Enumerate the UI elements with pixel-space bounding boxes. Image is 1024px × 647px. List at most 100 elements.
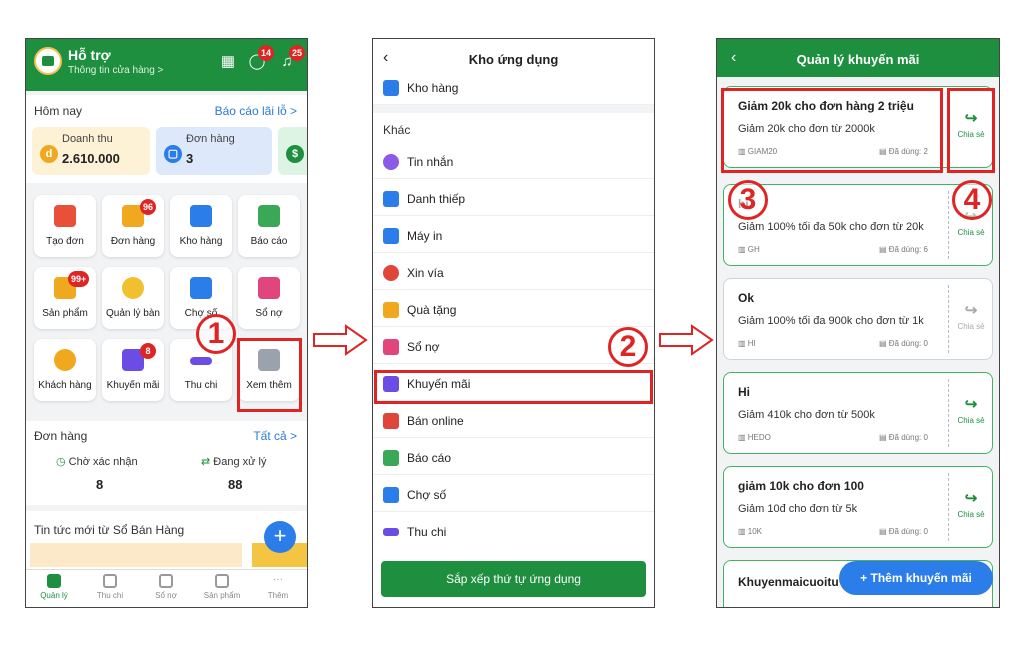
coupon-card[interactable]: Ok Giảm 100% tối đa 900k cho đơn từ 1k ▥…: [723, 278, 993, 360]
nav-label: Sổ nợ: [155, 591, 177, 600]
share-icon: ↪: [964, 490, 978, 507]
tile-customers[interactable]: Khách hàng: [34, 339, 96, 401]
profit-card[interactable]: $: [278, 127, 307, 175]
tile-reports[interactable]: Báo cáo: [238, 195, 300, 257]
arrow-right-icon: [313, 324, 368, 356]
tile-label: Khuyến mãi: [106, 380, 160, 391]
revenue-label: Doanh thu: [62, 133, 113, 145]
nav-label: Thu chi: [96, 591, 124, 600]
store-title[interactable]: Hỗ trợ: [68, 47, 111, 63]
step4-highlight: [947, 88, 995, 173]
share-button[interactable]: ↪ Chia sẻ: [950, 301, 992, 331]
app-item-income-expense[interactable]: Thu chi: [373, 515, 654, 549]
tile-label: Sản phẩm: [42, 308, 88, 319]
tile-label: Kho hàng: [179, 236, 223, 247]
app-item-reports[interactable]: Báo cáo: [373, 441, 654, 475]
revenue-card[interactable]: d Doanh thu 2.610.000: [32, 127, 150, 175]
coupon-used-text: Đã dùng: 0: [888, 527, 928, 536]
bell-badge: 25: [289, 45, 306, 61]
nav-products[interactable]: Sản phẩm: [194, 574, 250, 600]
app-item-label: Máy in: [407, 229, 443, 243]
pending-label[interactable]: ◷ Chờ xác nhận: [56, 455, 138, 468]
coupon-code: ▥ GH: [738, 245, 760, 254]
id-card-icon: [383, 191, 399, 207]
tile-debt-book[interactable]: Sổ nợ: [238, 267, 300, 329]
add-fab-button[interactable]: +: [264, 521, 296, 553]
share-button[interactable]: ↪ Chia sẻ: [950, 489, 992, 519]
book-icon: [159, 574, 173, 588]
step3-highlight: [721, 88, 943, 173]
processing-label-text: Đang xử lý: [213, 456, 267, 468]
tile-table-management[interactable]: Quản lý bàn: [102, 267, 164, 329]
app-item-warehouse[interactable]: Kho hàng: [373, 71, 654, 105]
share-icon: ↪: [964, 302, 978, 319]
app-item-luck[interactable]: Xin vía: [373, 256, 654, 290]
nav-management[interactable]: Quản lý: [26, 574, 82, 600]
app-item-printer[interactable]: Máy in: [373, 219, 654, 253]
coupon-desc: Giảm 410k cho đơn từ 500k: [738, 409, 875, 421]
coupon-used-text: Đã dùng: 0: [888, 339, 928, 348]
tile-warehouse[interactable]: Kho hàng: [170, 195, 232, 257]
nav-income-expense[interactable]: Thu chi: [82, 574, 138, 600]
share-button[interactable]: ↪ Chia sẻ: [950, 395, 992, 425]
step2-marker: 2: [608, 327, 648, 367]
tile-label: Sổ nợ: [255, 308, 283, 319]
coupon-used: ▤ Đã dùng: 6: [879, 245, 928, 254]
coupon-card[interactable]: giảm 10k cho đơn 100 Giảm 10đ cho đơn từ…: [723, 466, 993, 548]
tile-label: Quản lý bàn: [106, 308, 160, 319]
store-avatar[interactable]: [34, 47, 62, 75]
clock-icon: ◷: [56, 456, 69, 468]
coupon-used-text: Đã dùng: 0: [888, 433, 928, 442]
coupon-used: ▤ Đã dùng: 0: [879, 527, 928, 536]
tile-create-order[interactable]: Tạo đơn: [34, 195, 96, 257]
app-item-digital-market[interactable]: Chợ số: [373, 478, 654, 512]
store-info-link[interactable]: Thông tin cửa hàng >: [68, 65, 163, 76]
nav-debt[interactable]: Sổ nợ: [138, 574, 194, 600]
coupon-card[interactable]: Hi Giảm 410k cho đơn từ 500k ▥ HEDO ▤ Đã…: [723, 372, 993, 454]
sort-apps-button[interactable]: Sắp xếp thứ tự ứng dụng: [381, 561, 646, 597]
debt-icon: [258, 277, 280, 299]
see-all-orders-link[interactable]: Tất cả >: [253, 429, 297, 443]
coupon-used-text: Đã dùng: 6: [888, 245, 928, 254]
news-banner[interactable]: [30, 543, 242, 567]
warehouse-icon: [383, 80, 399, 96]
nav-label: Quản lý: [40, 591, 68, 600]
app-item-label: Tin nhắn: [407, 155, 454, 169]
processing-label[interactable]: ⇄ Đang xử lý: [201, 455, 267, 468]
orders-card[interactable]: ▢ Đơn hàng 3: [156, 127, 272, 175]
revenue-value: 2.610.000: [62, 151, 120, 166]
coupon-divider: [948, 379, 949, 447]
tile-promotions[interactable]: 8 Khuyến mãi: [102, 339, 164, 401]
profit-report-link[interactable]: Báo cáo lãi lỗ >: [215, 104, 297, 118]
step1-marker: 1: [196, 314, 236, 354]
nav-more[interactable]: ··· Thêm: [250, 574, 306, 600]
share-icon: ↪: [964, 396, 978, 413]
coupon-divider: [948, 473, 949, 541]
app-item-label: Thu chi: [407, 525, 447, 539]
app-item-messages[interactable]: Tin nhắn: [373, 145, 654, 179]
promotion-header: ‹ Quản lý khuyến mãi: [717, 39, 999, 77]
tile-orders[interactable]: 96 Đơn hàng: [102, 195, 164, 257]
promotions-badge: 8: [140, 343, 156, 359]
tile-label: Thu chi: [184, 380, 218, 391]
app-item-label: Kho hàng: [407, 81, 459, 95]
printer-icon: [383, 228, 399, 244]
add-promotion-button[interactable]: + Thêm khuyến mãi: [839, 561, 993, 595]
app-item-business-card[interactable]: Danh thiếp: [373, 182, 654, 216]
qr-scan-icon[interactable]: ▦: [219, 53, 237, 71]
tile-label: Tạo đơn: [46, 236, 84, 247]
app-item-gifts[interactable]: Quà tặng: [373, 293, 654, 327]
market-icon: [383, 487, 399, 503]
more-dots-icon: ···: [273, 574, 283, 585]
orders-section-title: Đơn hàng: [34, 429, 88, 443]
tile-products[interactable]: 99+ Sản phẩm: [34, 267, 96, 329]
app-store-screen: ‹ Kho ứng dụng Kho hàng Khác Tin nhắn Da…: [372, 38, 655, 608]
orders-value: 3: [186, 151, 194, 166]
market-icon: [190, 277, 212, 299]
pending-value: 8: [96, 477, 104, 492]
app-item-label: Sổ nợ: [407, 340, 440, 354]
app-item-label: Bán online: [407, 414, 464, 428]
coupon-desc: Giảm 100% tối đa 900k cho đơn từ 1k: [738, 315, 924, 327]
coupon-code: ▥ HEDO: [738, 433, 771, 442]
app-item-online-sales[interactable]: Bán online: [373, 404, 654, 438]
